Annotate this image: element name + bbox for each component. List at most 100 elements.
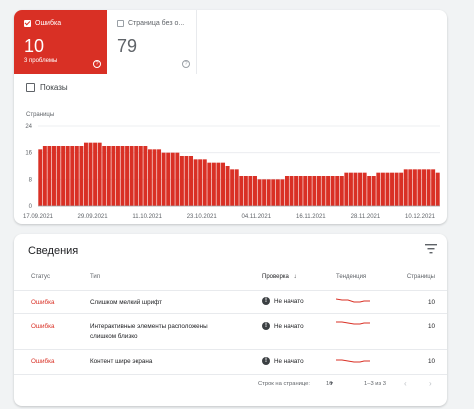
- row-check: ! Не начато: [262, 357, 304, 365]
- bar: [152, 149, 157, 206]
- bar: [56, 146, 61, 206]
- help-icon[interactable]: ?: [93, 60, 101, 68]
- pages-bar-chart: Страницы 24 16 8 0 17.09.2021 29.09.2021 11.10.…: [23, 112, 440, 220]
- impressions-checkbox-icon[interactable]: [26, 83, 35, 92]
- errors-metric-label: Ошибка: [35, 20, 62, 27]
- bar: [175, 152, 180, 206]
- summary-card: Ошибка 10 3 проблемы ? Страница без о...…: [14, 10, 447, 224]
- table-row[interactable]: Ошибка Слишком мелкий шрифт ! Не начато …: [14, 291, 447, 314]
- pages-metric-label: Страница без о...: [128, 20, 185, 27]
- bar: [129, 146, 134, 206]
- table-row[interactable]: Ошибка Интерактивные элементы расположен…: [14, 314, 447, 350]
- bar: [330, 176, 335, 206]
- table-row[interactable]: Ошибка Контент шире экрана ! Не начато 1…: [14, 350, 447, 375]
- pages-metric-header: Страница без о...: [117, 20, 184, 27]
- bar: [239, 176, 244, 206]
- row-check: ! Не начато: [262, 322, 304, 330]
- bar: [371, 176, 376, 206]
- bar: [120, 146, 125, 206]
- bar: [280, 179, 285, 206]
- impressions-toggle[interactable]: Показы: [26, 83, 68, 92]
- info-icon: !: [262, 297, 270, 305]
- y-tick-label: 0: [29, 204, 33, 210]
- bar: [358, 172, 363, 206]
- errors-checkbox-icon[interactable]: [24, 20, 31, 27]
- bar: [47, 146, 52, 206]
- row-status: Ошибка: [31, 323, 55, 330]
- bar: [362, 172, 367, 206]
- header-trend: Тенденция: [336, 274, 367, 280]
- bar: [79, 146, 84, 206]
- bar: [189, 156, 194, 206]
- errors-metric-tile[interactable]: Ошибка 10 3 проблемы ?: [14, 10, 107, 74]
- bar: [221, 162, 225, 206]
- x-tick-label: 16.11.2021: [296, 214, 326, 220]
- header-status[interactable]: Статус: [31, 274, 50, 280]
- filter-icon[interactable]: [425, 244, 437, 254]
- row-pages: 10: [427, 323, 435, 330]
- bar: [106, 146, 111, 206]
- header-type[interactable]: Тип: [90, 274, 100, 280]
- y-tick-label: 16: [25, 151, 32, 157]
- bar: [198, 159, 203, 206]
- bar: [166, 152, 171, 206]
- bar: [326, 176, 331, 206]
- bar: [161, 152, 166, 206]
- bar: [253, 176, 257, 206]
- x-tick-label: 28.11.2021: [351, 214, 381, 220]
- bar: [115, 146, 120, 206]
- errors-metric-header: Ошибка: [24, 20, 61, 27]
- bar: [125, 146, 130, 206]
- header-pages[interactable]: Страницы: [407, 274, 435, 280]
- bar: [399, 172, 404, 206]
- bar: [403, 169, 408, 206]
- bar: [102, 146, 107, 206]
- pages-metric-value: 79: [117, 36, 138, 56]
- pages-metric-tile[interactable]: Страница без о... 79 ?: [107, 10, 197, 74]
- bar: [335, 176, 340, 206]
- bar: [170, 152, 175, 206]
- bar: [380, 172, 385, 206]
- bar: [97, 142, 102, 206]
- bar: [193, 159, 198, 206]
- row-trend-sparkline: [336, 357, 370, 367]
- bar: [147, 149, 152, 206]
- row-trend-sparkline: [335, 297, 370, 307]
- bar: [38, 149, 43, 206]
- bar: [225, 166, 230, 206]
- row-trend-sparkline: [336, 320, 370, 330]
- row-type: Интерактивные элементы расположены: [90, 323, 208, 330]
- x-tick-label: 10.12.2021: [405, 214, 436, 220]
- bar: [298, 176, 303, 206]
- next-page-icon[interactable]: ›: [429, 379, 432, 388]
- bar: [289, 176, 294, 206]
- bar: [339, 176, 344, 206]
- row-pages: 10: [427, 358, 435, 365]
- header-check[interactable]: Проверка ↓: [262, 274, 297, 280]
- sort-arrow-icon[interactable]: ↓: [294, 274, 297, 280]
- bar: [271, 179, 276, 206]
- bar: [390, 172, 395, 206]
- bar: [88, 142, 93, 206]
- x-tick-label: 04.11.2021: [241, 214, 271, 220]
- row-check-label: Не начато: [274, 322, 304, 330]
- bar: [294, 176, 299, 206]
- pages-checkbox-icon[interactable]: [117, 20, 124, 27]
- pagination-range: 1–3 из 3: [364, 381, 387, 387]
- table-header-row: Статус Тип Проверка ↓ Тенденция Страницы: [14, 264, 447, 291]
- bar: [367, 176, 372, 206]
- bar: [412, 169, 417, 206]
- bar: [353, 172, 358, 206]
- bar: [234, 169, 239, 206]
- bar: [257, 179, 262, 206]
- bar: [179, 156, 184, 206]
- help-icon[interactable]: ?: [182, 60, 190, 68]
- bar: [207, 162, 212, 206]
- errors-metric-subtitle: 3 проблемы: [24, 58, 58, 64]
- impressions-label: Показы: [40, 83, 68, 92]
- bar: [422, 169, 426, 206]
- x-tick-label: 23.10.2021: [187, 214, 218, 220]
- prev-page-icon[interactable]: ‹: [404, 379, 407, 388]
- y-axis-label: Страницы: [26, 112, 54, 118]
- header-check-label: Проверка: [262, 274, 289, 280]
